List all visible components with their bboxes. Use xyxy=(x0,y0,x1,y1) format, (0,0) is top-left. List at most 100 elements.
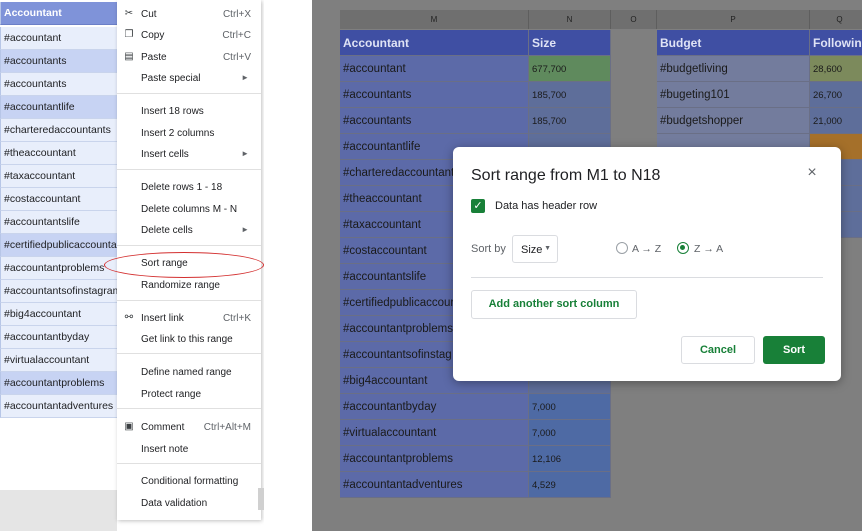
menu-separator xyxy=(117,353,261,354)
menu-item-label: Randomize range xyxy=(141,280,220,291)
menu-item-label: Copy xyxy=(141,30,165,41)
column-letter-n[interactable]: N xyxy=(529,10,611,29)
cell-size[interactable]: 12,106 xyxy=(529,446,611,472)
header-following[interactable]: Followin xyxy=(810,30,862,56)
menu-item-paste[interactable]: ▤ Paste Ctrl+V xyxy=(117,48,261,68)
sort-column-select[interactable]: Size ▼ xyxy=(512,235,558,263)
cell-size[interactable]: 7,000 xyxy=(529,420,611,446)
cell-following[interactable]: 26,700 xyxy=(810,82,862,108)
cell-accountant[interactable]: #accountants xyxy=(340,108,529,134)
left-cell[interactable]: #theaccountant xyxy=(0,142,117,165)
cell-accountant[interactable]: #virtualaccountant xyxy=(340,420,529,446)
screenshot-root: Accountant #accountant #accountants #accoun… xyxy=(0,0,862,531)
menu-item-get-link-to-this-range[interactable]: Get link to this range xyxy=(117,330,261,350)
cell-size[interactable]: 677,700 xyxy=(529,56,611,82)
menu-item-protect-range[interactable]: Protect range xyxy=(117,385,261,405)
radio-z-to-a[interactable] xyxy=(677,242,689,254)
left-cell[interactable]: #accountantsofinstagram xyxy=(0,280,117,303)
menu-item-delete-rows-1-18[interactable]: Delete rows 1 - 18 xyxy=(117,178,261,198)
left-cell[interactable]: #costaccountant xyxy=(0,188,117,211)
header-row-checkbox-label: Data has header row xyxy=(495,200,598,212)
cell-accountant[interactable]: #accountantproblems xyxy=(340,446,529,472)
menu-separator xyxy=(117,408,261,409)
header-size[interactable]: Size xyxy=(529,30,611,56)
comment-icon: ▣ xyxy=(124,421,134,432)
cell-size[interactable]: 7,000 xyxy=(529,394,611,420)
menu-item-label: Delete columns M - N xyxy=(141,204,238,215)
left-cell[interactable]: #certifiedpublicaccountant xyxy=(0,234,117,257)
left-cell[interactable]: #big4accountant xyxy=(0,303,117,326)
column-letter-m[interactable]: M xyxy=(340,10,529,29)
cell-accountant[interactable]: #accountantadventures xyxy=(340,472,529,498)
menu-item-shortcut: Ctrl+Alt+M xyxy=(203,422,251,433)
radio-z-to-a-label: Z → A xyxy=(694,243,724,255)
cell-budget[interactable]: #budgetliving xyxy=(657,56,810,82)
cell-size[interactable]: 4,529 xyxy=(529,472,611,498)
left-cell[interactable]: #accountantbyday xyxy=(0,326,117,349)
menu-item-comment[interactable]: ▣ Comment Ctrl+Alt+M xyxy=(117,418,261,438)
column-letter-o[interactable]: O xyxy=(611,10,657,29)
add-sort-column-button[interactable]: Add another sort column xyxy=(471,290,637,319)
left-accountant-column: Accountant #accountant #accountants #accoun… xyxy=(0,0,117,531)
left-cell[interactable]: #accountantslife xyxy=(0,211,117,234)
close-icon[interactable]: × xyxy=(803,164,821,182)
menu-item-label: Insert cells xyxy=(141,149,189,160)
menu-item-define-named-range[interactable]: Define named range xyxy=(117,363,261,383)
menu-item-shortcut: Ctrl+V xyxy=(222,52,251,63)
menu-item-delete-cells[interactable]: Delete cells ► xyxy=(117,221,261,241)
menu-item-delete-columns-m-n[interactable]: Delete columns M - N xyxy=(117,200,261,220)
left-cell[interactable]: #accountant xyxy=(0,27,117,50)
menu-item-cut[interactable]: ✂ Cut Ctrl+X xyxy=(117,5,261,25)
menu-item-label: Insert link xyxy=(141,313,184,324)
menu-item-label: Get link to this range xyxy=(141,334,233,345)
sort-button[interactable]: Sort xyxy=(763,336,825,364)
left-cell[interactable]: #accountantproblems xyxy=(0,372,117,395)
menu-item-label: Paste xyxy=(141,52,167,63)
left-column-header[interactable]: Accountant xyxy=(0,2,117,25)
menu-item-label: Define named range xyxy=(141,367,232,378)
menu-item-insert-18-rows[interactable]: Insert 18 rows xyxy=(117,102,261,122)
sort-column-value: Size xyxy=(521,244,543,256)
column-letter-q[interactable]: Q xyxy=(810,10,862,29)
menu-separator xyxy=(117,300,261,301)
menu-item-data-validation[interactable]: Data validation xyxy=(117,494,261,514)
menu-item-randomize-range[interactable]: Randomize range xyxy=(117,276,261,296)
menu-item-copy[interactable]: ❐ Copy Ctrl+C xyxy=(117,26,261,46)
menu-item-label: Protect range xyxy=(141,389,202,400)
cell-accountant[interactable]: #accountant xyxy=(340,56,529,82)
cell-accountant[interactable]: #accountants xyxy=(340,82,529,108)
sort-range-highlight-oval xyxy=(104,252,264,278)
menu-item-insert-note[interactable]: Insert note xyxy=(117,440,261,460)
menu-item-shortcut: Ctrl+C xyxy=(222,30,251,41)
menu-item-conditional-formatting[interactable]: Conditional formatting xyxy=(117,472,261,492)
left-cell[interactable]: #accountants xyxy=(0,50,117,73)
cell-size[interactable]: 185,700 xyxy=(529,108,611,134)
header-accountant[interactable]: Accountant xyxy=(340,30,529,56)
submenu-arrow-icon: ► xyxy=(241,225,249,234)
left-cell[interactable]: #charteredaccountants xyxy=(0,119,117,142)
left-cell[interactable]: #taxaccountant xyxy=(0,165,117,188)
submenu-arrow-icon: ► xyxy=(241,149,249,158)
left-cell[interactable]: #accountantproblems xyxy=(0,257,117,280)
cell-following[interactable]: 28,600 xyxy=(810,56,862,82)
header-row-checkbox[interactable]: ✓ xyxy=(471,199,485,213)
cell-size[interactable]: 185,700 xyxy=(529,82,611,108)
cell-accountant[interactable]: #accountantbyday xyxy=(340,394,529,420)
left-scrollbar[interactable] xyxy=(258,488,264,510)
menu-item-insert-2-columns[interactable]: Insert 2 columns xyxy=(117,124,261,144)
radio-a-to-z[interactable] xyxy=(616,242,628,254)
cancel-button[interactable]: Cancel xyxy=(681,336,755,364)
menu-item-insert-link[interactable]: ⚯ Insert link Ctrl+K xyxy=(117,309,261,329)
left-cell[interactable]: #accountantadventures xyxy=(0,395,117,418)
menu-item-insert-cells[interactable]: Insert cells ► xyxy=(117,145,261,165)
left-cell[interactable]: #virtualaccountant xyxy=(0,349,117,372)
cell-budget[interactable]: #bugeting101 xyxy=(657,82,810,108)
header-budget[interactable]: Budget xyxy=(657,30,810,56)
cell-following[interactable]: 21,000 xyxy=(810,108,862,134)
menu-item-label: Data validation xyxy=(141,498,208,509)
cell-budget[interactable]: #budgetshopper xyxy=(657,108,810,134)
column-letter-p[interactable]: P xyxy=(657,10,810,29)
menu-item-paste-special[interactable]: Paste special ► xyxy=(117,69,261,89)
left-cell[interactable]: #accountants xyxy=(0,73,117,96)
left-cell[interactable]: #accountantlife xyxy=(0,96,117,119)
